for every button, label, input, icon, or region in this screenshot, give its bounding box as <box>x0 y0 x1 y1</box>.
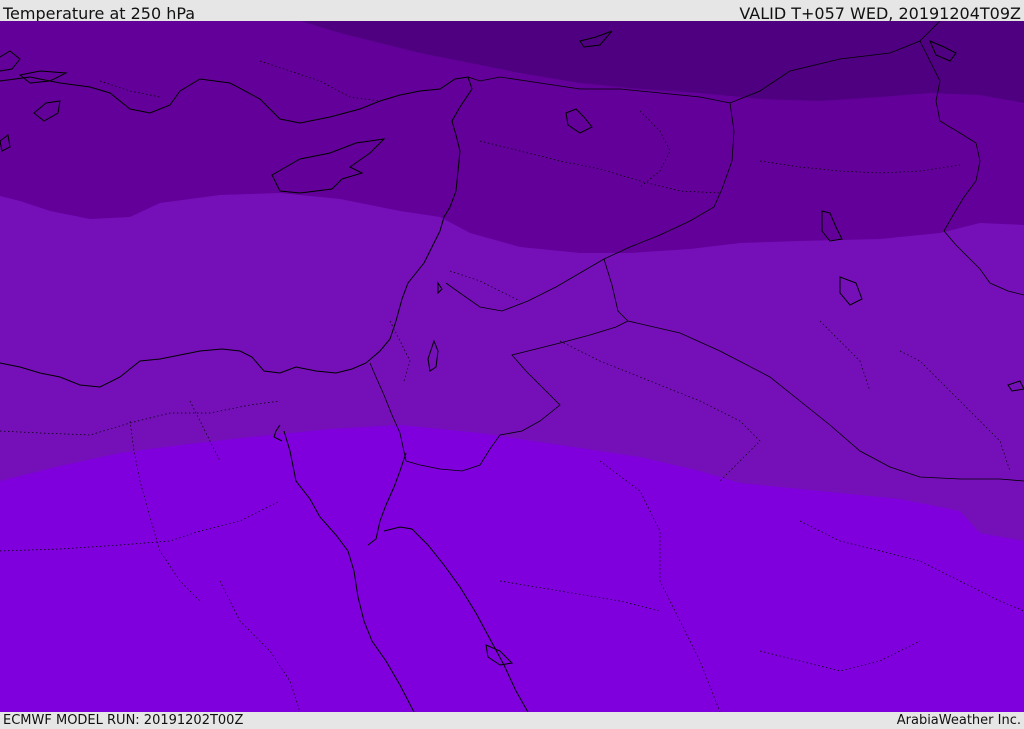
header-bar: Temperature at 250 hPa VALID T+057 WED, … <box>0 0 1024 23</box>
map-canvas[interactable] <box>0 21 1024 712</box>
footer-bar: ECMWF MODEL RUN: 20191202T00Z ArabiaWeat… <box>0 712 1024 729</box>
credit-label: ArabiaWeather Inc. <box>896 713 1021 728</box>
model-run-label: ECMWF MODEL RUN: 20191202T00Z <box>3 713 244 728</box>
forecast-map-page: Temperature at 250 hPa VALID T+057 WED, … <box>0 0 1024 729</box>
map-svg <box>0 21 1024 712</box>
